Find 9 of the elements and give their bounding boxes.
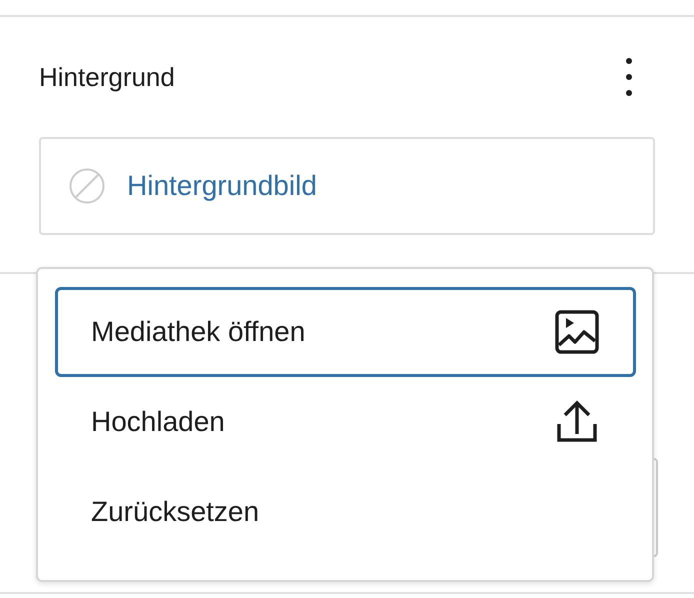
menu-item[interactable]: Zurücksetzen [55,467,636,557]
menu-item[interactable]: Mediathek öffnen [55,287,636,377]
menu-item[interactable]: Hochladen [55,377,636,467]
background-image-label: Hintergrundbild [127,170,317,202]
panel-title: Hintergrund [39,62,175,92]
more-options-icon[interactable] [623,57,635,97]
background-image-button[interactable]: Hintergrundbild [39,137,655,235]
image-icon [553,308,601,356]
no-image-icon [69,168,105,204]
